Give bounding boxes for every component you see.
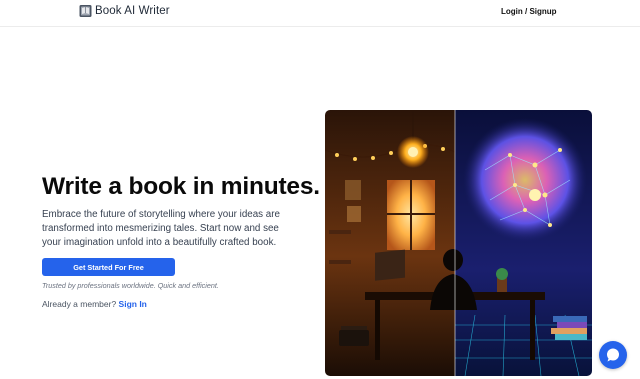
sign-in-link[interactable]: Sign In [119,299,147,309]
hero-illustration [325,110,592,376]
login-signup-link[interactable]: Login / Signup [501,7,557,16]
book-logo-icon [79,5,92,17]
hero-title: Write a book in minutes. [42,173,320,200]
chat-bubble-icon [607,348,619,362]
brand-name: Book AI Writer [95,5,170,17]
brand-logo[interactable]: Book AI Writer [79,4,170,18]
member-prompt: Already a member? Sign In [42,299,147,309]
trusted-note: Trusted by professionals worldwide. Quic… [42,281,219,290]
get-started-button[interactable]: Get Started For Free [42,258,175,276]
chat-widget-button[interactable] [599,341,627,369]
site-header: Book AI Writer Login / Signup [0,0,640,27]
hero-description: Embrace the future of storytelling where… [42,209,280,249]
member-prompt-text: Already a member? [42,299,117,309]
